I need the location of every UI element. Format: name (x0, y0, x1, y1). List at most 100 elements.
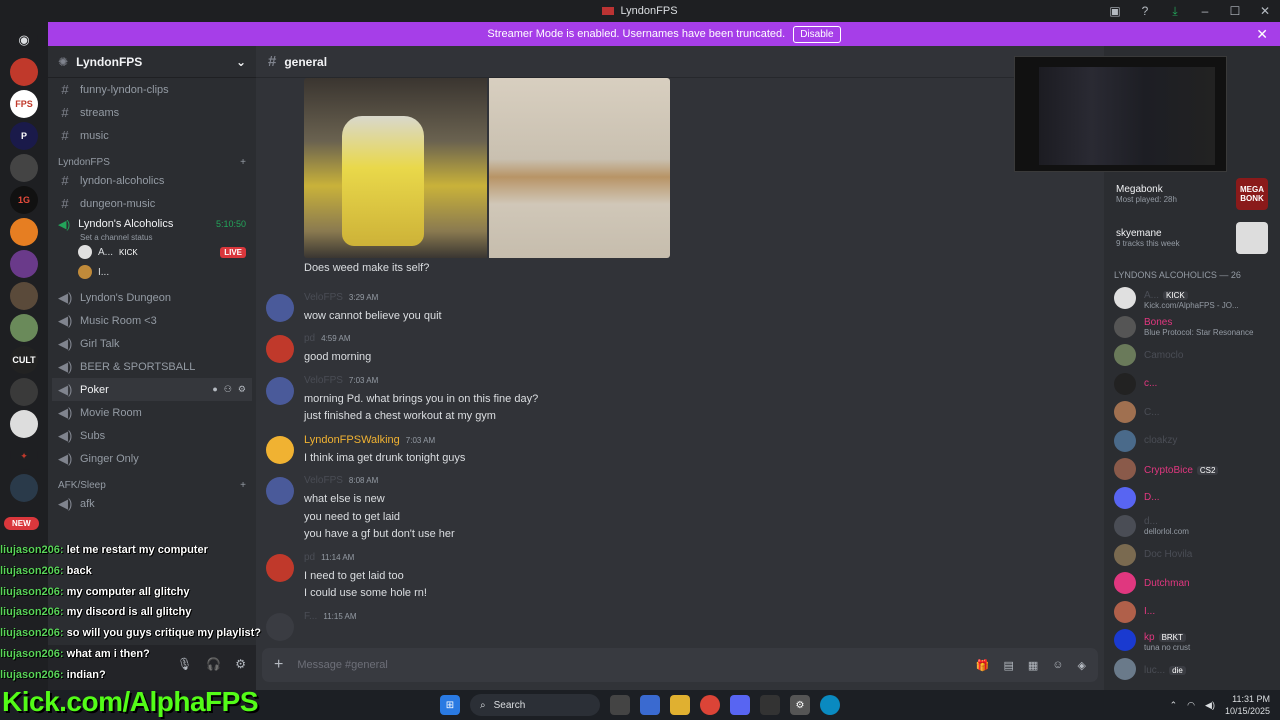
message-group[interactable]: LyndonFPSWalking 7:03 AM I think ima get … (256, 426, 1104, 468)
channel-streams[interactable]: # streams (48, 101, 256, 124)
member-item[interactable]: C... (1104, 398, 1280, 427)
author-name[interactable]: LyndonFPSWalking (304, 434, 400, 446)
channel-afk[interactable]: ◀) afk (48, 492, 256, 515)
channel-ginger-only[interactable]: ◀) Ginger Only (48, 447, 256, 470)
category-afk-sleep[interactable]: AFK/Sleep + (48, 470, 256, 492)
settings-icon[interactable]: ⚙ (790, 695, 810, 715)
member-item[interactable]: D... (1104, 484, 1280, 513)
channel-subs[interactable]: ◀) Subs (48, 424, 256, 447)
discord-icon[interactable] (730, 695, 750, 715)
invite-icon[interactable]: ⚇ (224, 384, 232, 395)
server-icon[interactable] (10, 474, 38, 502)
member-item[interactable]: luc... die (1104, 655, 1280, 684)
activity-card[interactable]: Megabonk Most played: 28h MEGA BONK (1104, 172, 1280, 216)
activity-card[interactable]: skyemane 9 tracks this week (1104, 216, 1280, 260)
gear-icon[interactable]: ⚙ (238, 384, 246, 395)
task-view-icon[interactable] (610, 695, 630, 715)
taskbar-search[interactable]: ⌕ Search (470, 694, 600, 716)
message-group[interactable]: F... 11:15 AM (256, 603, 1104, 641)
inbox-icon[interactable]: ▣ (1100, 0, 1130, 22)
image-attachment[interactable] (304, 78, 487, 258)
member-item[interactable]: c... (1104, 370, 1280, 399)
author-name[interactable]: pd (304, 552, 315, 563)
app-icon[interactable] (760, 695, 780, 715)
server-icon[interactable]: FPS (10, 90, 38, 118)
add-channel-icon[interactable]: + (240, 157, 246, 168)
gif-icon[interactable]: ▤ (1003, 659, 1013, 672)
chevron-up-icon[interactable]: ⌃ (1170, 700, 1178, 711)
channel-status[interactable]: Set a channel status (58, 233, 246, 242)
member-item[interactable]: A... KICK Kick.com/AlphaFPS - JO... (1104, 284, 1280, 313)
server-icon[interactable]: P (10, 122, 38, 150)
member-item[interactable]: Camoclo (1104, 341, 1280, 370)
message-attachments[interactable] (304, 78, 670, 258)
close-window-button[interactable]: ✕ (1250, 0, 1280, 22)
message-group[interactable]: VeloFPS 7:03 AM morning Pd. what brings y… (256, 367, 1104, 426)
server-icon[interactable]: 1G (10, 186, 38, 214)
member-item[interactable]: Bones Blue Protocol: Star Resonance (1104, 313, 1280, 342)
member-item[interactable]: I... (1104, 598, 1280, 627)
stream-preview[interactable] (1014, 56, 1227, 172)
channel-beer-sportsball[interactable]: ◀) BEER & SPORTSBALL (48, 355, 256, 378)
channel-dungeon-music[interactable]: # dungeon-music (48, 192, 256, 215)
active-voice-channel[interactable]: ◀) Lyndon's Alcoholics 5:10:50 Set a chann… (48, 215, 256, 242)
channel-movie-room[interactable]: ◀) Movie Room (48, 401, 256, 424)
chevron-down-icon[interactable]: ⌄ (236, 55, 246, 69)
server-icon[interactable] (10, 282, 38, 310)
server-icon[interactable] (10, 410, 38, 438)
folder-icon[interactable] (670, 695, 690, 715)
channel-funny-lyndon-clips[interactable]: # funny-lyndon-clips (48, 78, 256, 101)
channel-lyndons-dungeon[interactable]: ◀) Lyndon's Dungeon (48, 286, 256, 309)
member-item[interactable]: kp BRKT tuna no crust (1104, 626, 1280, 655)
discord-avatar-icon[interactable] (266, 435, 294, 464)
category-lyndonfps[interactable]: LyndonFPS + (48, 147, 256, 169)
message-group[interactable]: VeloFPS 8:08 AM what else is new you need… (256, 467, 1104, 544)
avatar[interactable] (266, 376, 294, 405)
member-item[interactable]: d... dellorlol.com (1104, 512, 1280, 541)
image-attachment[interactable] (489, 78, 670, 258)
gift-icon[interactable]: 🎁 (976, 659, 990, 672)
member-item[interactable]: Doc Hovila (1104, 541, 1280, 570)
disable-streamer-mode-button[interactable]: Disable (793, 25, 841, 43)
member-item[interactable]: Dutchman (1104, 569, 1280, 598)
author-name[interactable]: pd (304, 333, 315, 344)
server-header[interactable]: ✺ LyndonFPS ⌄ (48, 46, 256, 78)
channel-girl-talk[interactable]: ◀) Girl Talk (48, 332, 256, 355)
add-channel-icon[interactable]: + (240, 480, 246, 491)
author-name[interactable]: VeloFPS (304, 475, 343, 486)
emoji-icon[interactable]: ☺ (1052, 659, 1063, 672)
chat-icon[interactable]: ● (212, 384, 217, 395)
channel-lyndon-alcoholics[interactable]: # lyndon-alcoholics (48, 169, 256, 192)
member-item[interactable]: cloakzy (1104, 427, 1280, 456)
channel-music[interactable]: # music (48, 124, 256, 147)
windows-start-icon[interactable]: ⊞ (440, 695, 460, 715)
avatar[interactable] (266, 477, 294, 505)
maximize-button[interactable]: ☐ (1220, 0, 1250, 22)
author-name[interactable]: VeloFPS (304, 292, 343, 303)
apps-icon[interactable]: ◈ (1078, 659, 1086, 672)
discord-home-icon[interactable]: ◉ (10, 26, 38, 54)
channel-music-room[interactable]: ◀) Music Room <3 (48, 309, 256, 332)
message-group[interactable]: pd 4:59 AM good morning (256, 325, 1104, 367)
server-icon[interactable]: ✦ (10, 442, 38, 470)
server-icon[interactable] (10, 314, 38, 342)
minimize-button[interactable]: – (1190, 0, 1220, 22)
message-group[interactable]: pd 11:14 AM I need to get laid too I coul… (256, 544, 1104, 603)
download-icon[interactable]: ⤓ (1160, 0, 1190, 22)
voice-user[interactable]: A... KICK LIVE (48, 242, 256, 262)
server-icon[interactable] (10, 250, 38, 278)
avatar[interactable] (266, 335, 294, 363)
server-icon[interactable] (10, 58, 38, 86)
server-icon[interactable] (10, 218, 38, 246)
message-input[interactable]: Message #general (297, 659, 961, 671)
store-icon[interactable] (640, 695, 660, 715)
help-icon[interactable]: ? (1130, 0, 1160, 22)
author-name[interactable]: VeloFPS (304, 375, 343, 386)
voice-user[interactable]: I... (48, 262, 256, 282)
chrome-icon[interactable] (700, 695, 720, 715)
member-item[interactable]: CryptoBice CS2 (1104, 455, 1280, 484)
edge-icon[interactable] (820, 695, 840, 715)
clock[interactable]: 11:31 PM 10/15/2025 (1225, 693, 1270, 717)
volume-icon[interactable]: ◀) (1205, 700, 1215, 711)
sticker-icon[interactable]: ▦ (1028, 659, 1038, 672)
